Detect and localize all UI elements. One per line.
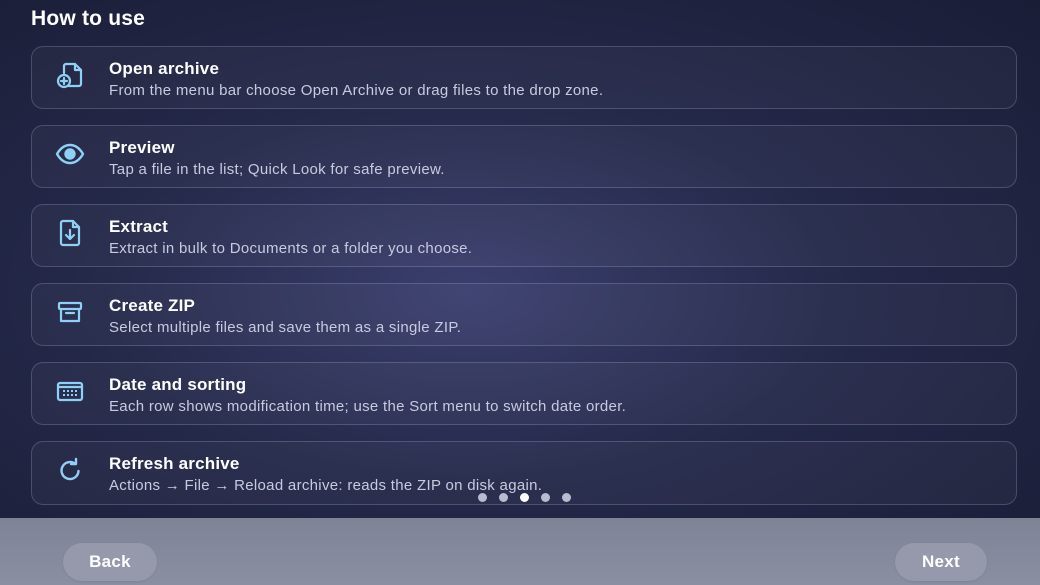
step-card-preview: Preview Tap a file in the list; Quick Lo… — [31, 125, 1017, 188]
page-indicator — [478, 493, 571, 502]
step-title: Refresh archive — [109, 454, 240, 473]
next-button[interactable]: Next — [895, 543, 987, 581]
step-description: Select multiple files and save them as a… — [109, 319, 462, 336]
step-description: Actions → File → Reload archive: reads t… — [109, 477, 543, 494]
step-card-create-zip: Create ZIP Select multiple files and sav… — [31, 283, 1017, 346]
step-title: Date and sorting — [109, 375, 247, 394]
step-description: From the menu bar choose Open Archive or… — [109, 82, 604, 99]
page-dot[interactable] — [541, 493, 550, 502]
step-title: Preview — [109, 138, 175, 157]
step-title: Extract — [109, 217, 169, 236]
step-title: Create ZIP — [109, 296, 196, 315]
archive-box-icon — [54, 296, 86, 328]
step-description: Tap a file in the list; Quick Look for s… — [109, 161, 445, 178]
eye-icon — [54, 138, 86, 170]
download-document-icon — [54, 217, 86, 249]
step-title: Open archive — [109, 59, 220, 78]
page-dot[interactable] — [499, 493, 508, 502]
step-description: Each row shows modification time; use th… — [109, 398, 627, 415]
page-dot-active[interactable] — [520, 493, 529, 502]
footer-bar: Back Next — [0, 518, 1040, 585]
page-dot[interactable] — [478, 493, 487, 502]
page-dot[interactable] — [562, 493, 571, 502]
back-button[interactable]: Back — [63, 543, 157, 581]
add-document-icon — [54, 59, 86, 91]
calendar-icon — [54, 375, 86, 407]
step-card-date-sorting: Date and sorting Each row shows modifica… — [31, 362, 1017, 425]
step-card-open-archive: Open archive From the menu bar choose Op… — [31, 46, 1017, 109]
step-card-extract: Extract Extract in bulk to Documents or … — [31, 204, 1017, 267]
refresh-icon — [54, 454, 86, 486]
page-title: How to use — [31, 7, 146, 30]
step-description: Extract in bulk to Documents or a folder… — [109, 240, 473, 257]
